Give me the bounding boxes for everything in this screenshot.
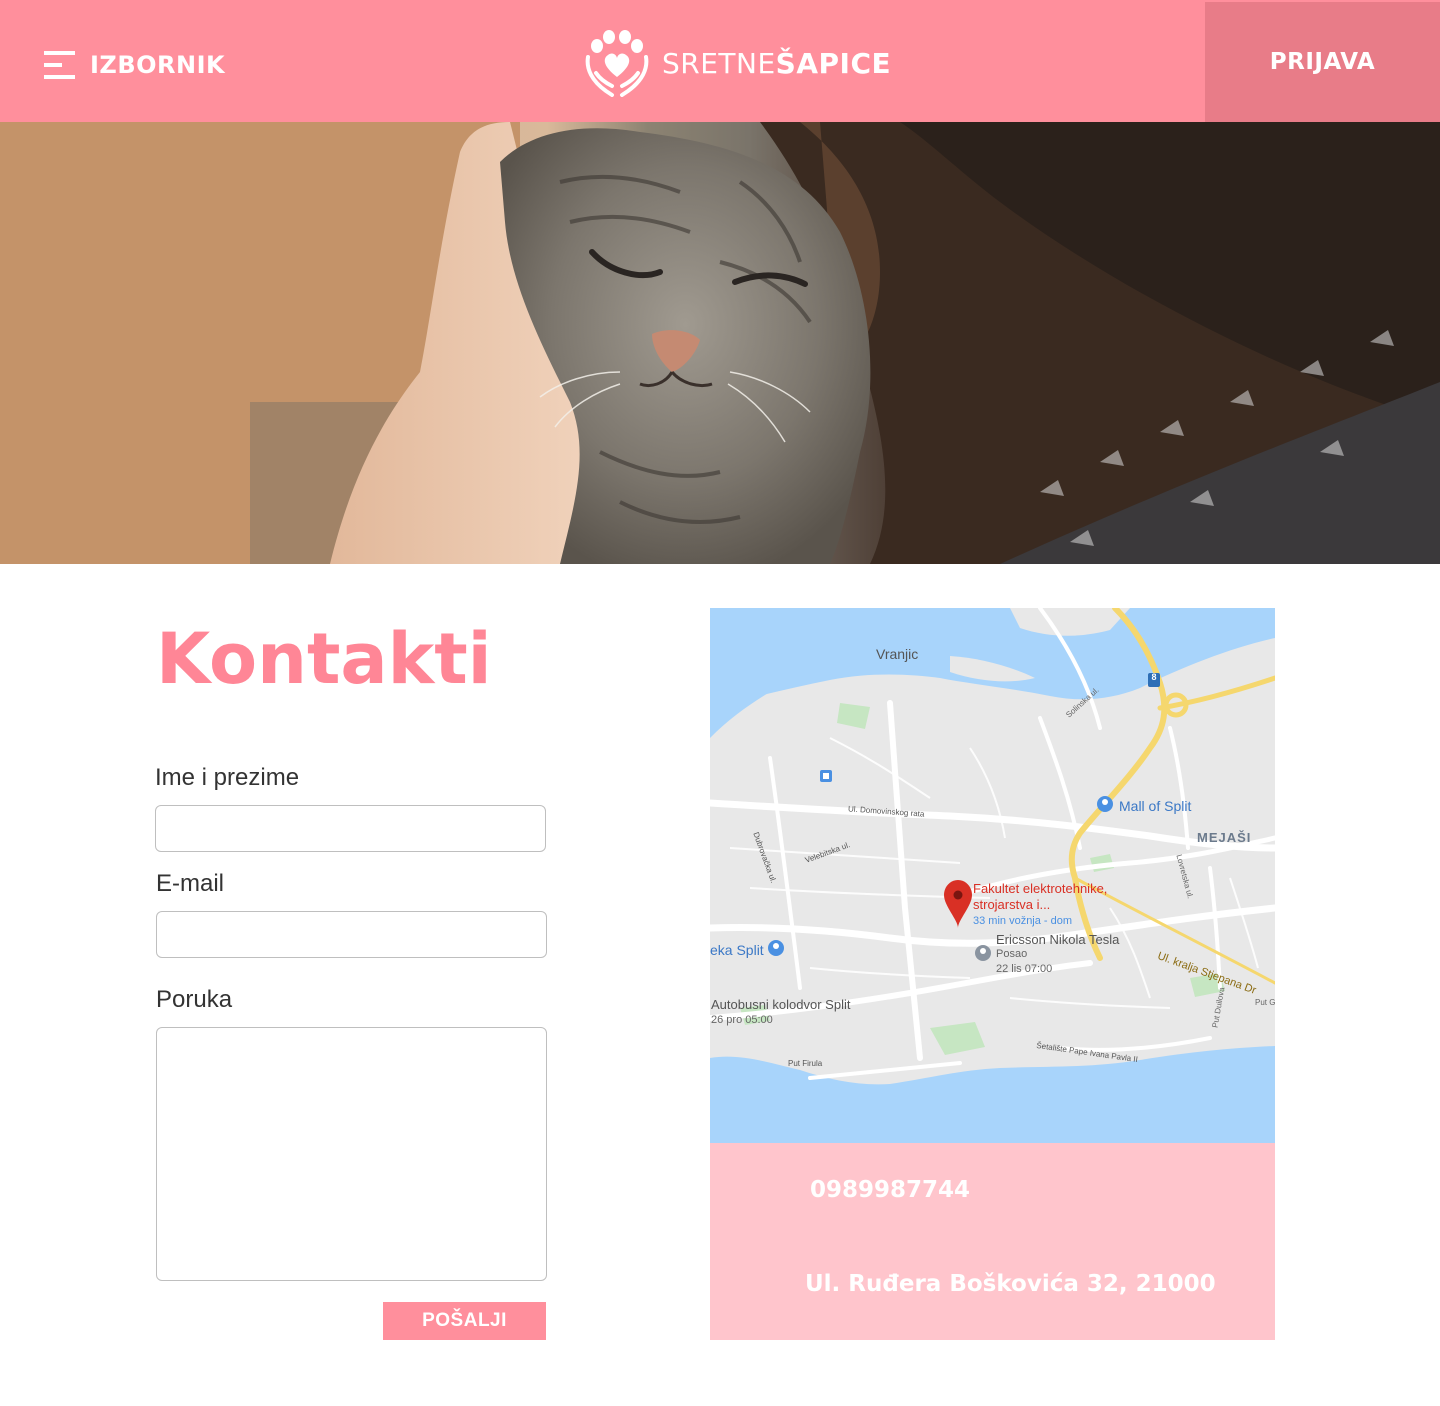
map-road-8: 8 [1151,672,1157,682]
menu-label: IZBORNIK [90,51,226,79]
map-label-mall: Mall of Split [1119,798,1192,814]
map-pin-subtitle: 33 min vožnja - dom [973,915,1073,927]
map-label-mejasi: MEJAŠI [1197,830,1252,845]
map-label-bus: Autobusni kolodvor Split [711,997,851,1012]
hero-illustration [0,122,1440,564]
message-label: Poruka [156,986,233,1013]
map-pin-line1: Fakultet elektrotehnike, [973,881,1108,896]
map-label-ericsson-sub2: 22 lis 07:00 [996,963,1053,975]
map-pin-title: Fakultet elektrotehnike, strojarstva i..… [973,881,1107,913]
logo-text: SRETNEŠAPICE [662,46,892,80]
map-label-split: eka Split [710,942,764,958]
email-input[interactable] [156,911,547,958]
map-label-ericsson-sub1: Posao [996,948,1028,960]
map-label-bus-sub: 26 pro 05:00 [711,1014,773,1026]
send-button[interactable]: POŠALJI [383,1302,546,1340]
paw-hands-icon [585,30,649,97]
menu-button[interactable]: IZBORNIK [44,45,225,85]
map-label-put: Put G [1255,998,1275,1007]
site-logo[interactable]: SRETNEŠAPICE [584,28,891,98]
login-button[interactable]: PRIJAVA [1205,2,1440,122]
location-map[interactable]: Vranjic 8 Solinska ul. Mall of Split MEJ… [710,608,1275,1143]
map-label-vranjic: Vranjic [876,646,919,662]
name-input[interactable] [155,805,546,852]
phone-number[interactable]: 0989987744 [810,1177,970,1203]
hamburger-icon [44,51,76,79]
address-text: Ul. Ruđera Boškovića 32, 21000 [805,1271,1216,1297]
name-label: Ime i prezime [155,764,300,791]
map-label-firula: Put Firula [788,1059,823,1068]
message-textarea[interactable] [156,1027,547,1281]
header-bar: IZBORNIK SRETNEŠAPICE PRIJAVA [0,0,1440,122]
map-label-ericsson: Ericsson Nikola Tesla [996,932,1120,947]
hero-cat-image [0,122,1440,564]
contact-info-box: 0989987744 Ul. Ruđera Boškovića 32, 2100… [710,1143,1275,1340]
email-label: E-mail [156,870,225,897]
page-title: Kontakti [156,618,492,700]
map-pin-line2: strojarstva i... [973,897,1051,912]
